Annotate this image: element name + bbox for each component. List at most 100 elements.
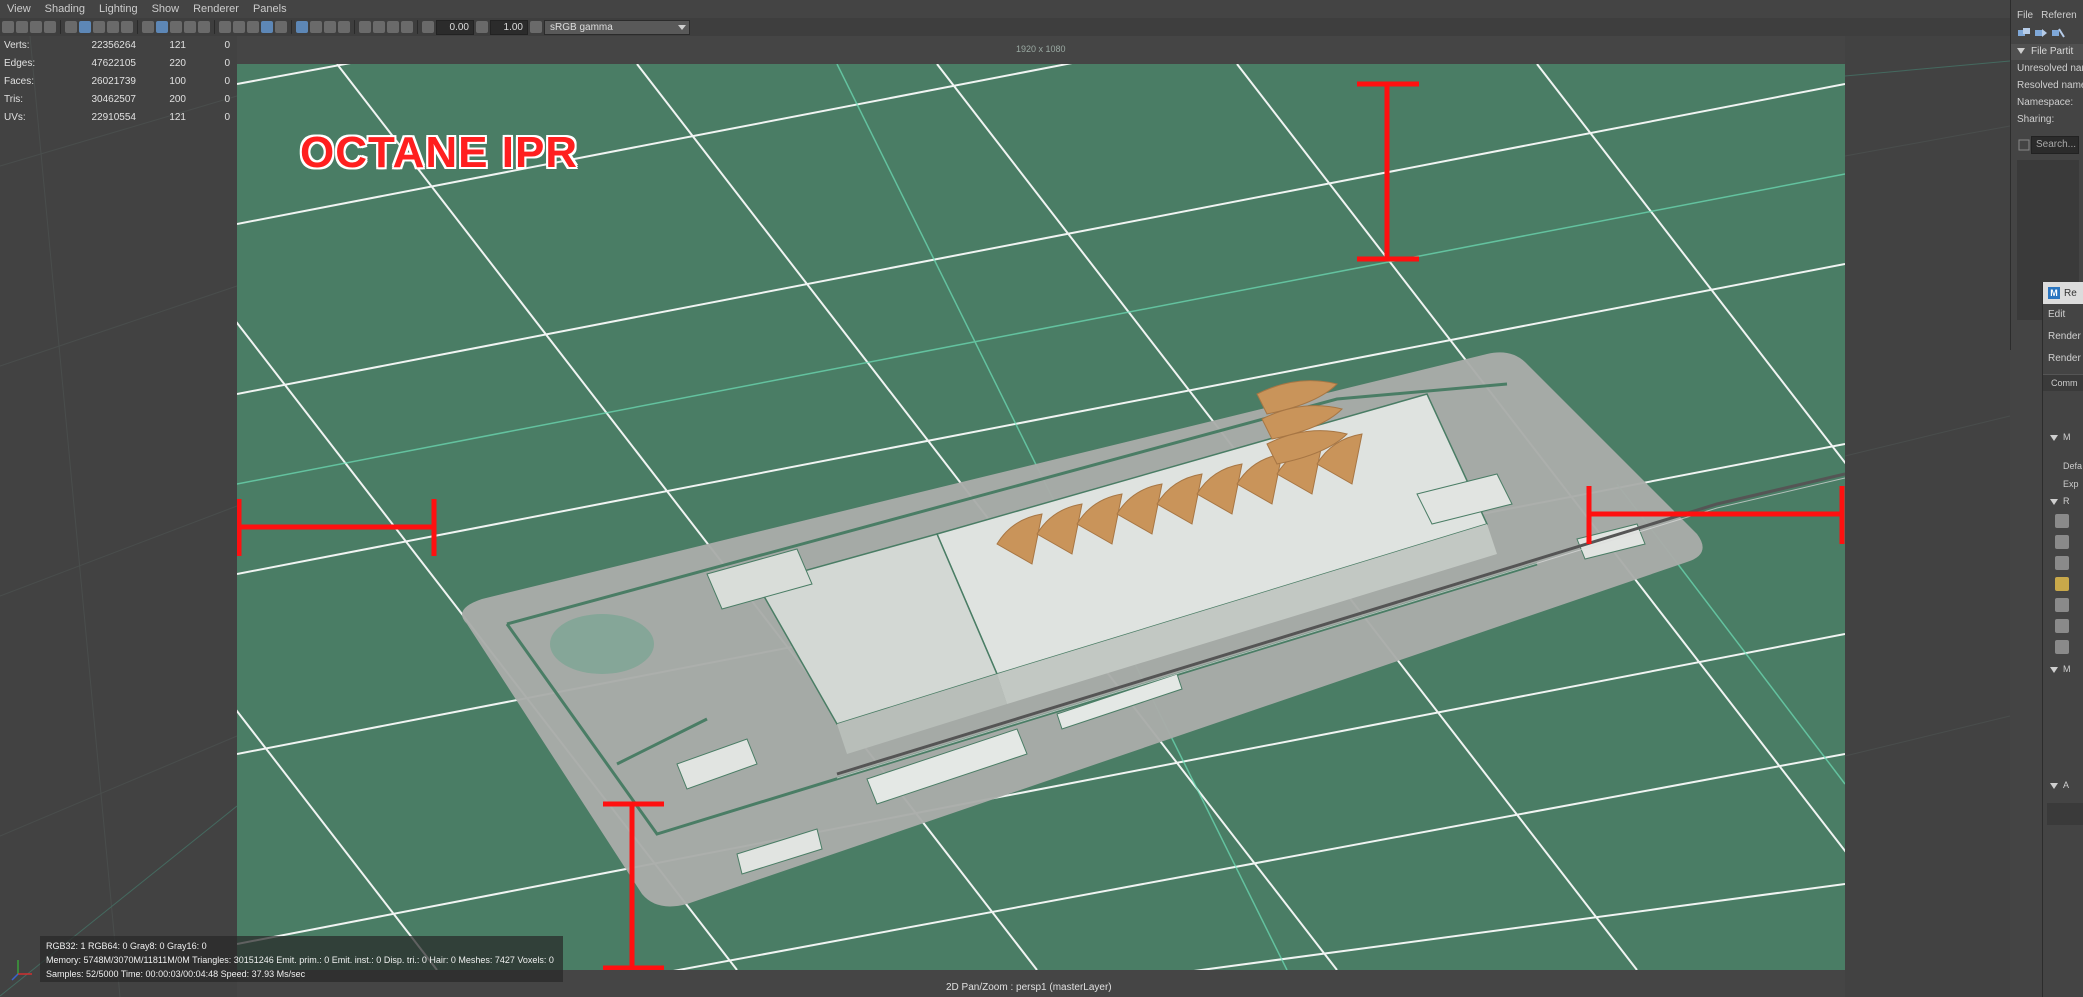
section-header[interactable]: A — [2043, 777, 2083, 793]
backface-culling-icon[interactable] — [338, 21, 350, 33]
safe-action-icon[interactable] — [142, 21, 154, 33]
motion-blur-icon[interactable] — [275, 21, 287, 33]
resolved-name-label: Resolved name: — [2017, 80, 2083, 91]
hud-label: UVs: — [4, 111, 26, 123]
collapse-arrow-icon — [2050, 434, 2058, 441]
viewport-layout-icon[interactable] — [387, 21, 399, 33]
hud-row: Edges: 47622105 220 0 — [4, 54, 230, 72]
section-header[interactable]: M — [2043, 429, 2083, 445]
render-stats-line: Memory: 5748M/3070M/11811M/0M Triangles:… — [46, 955, 554, 965]
octane-render-stats: RGB32: 1 RGB64: 0 Gray8: 0 Gray16: 0 Mem… — [40, 936, 563, 982]
hud-scene-value: 30462507 — [91, 93, 137, 105]
gate-mask-icon[interactable] — [107, 21, 119, 33]
resolution-gate-icon[interactable] — [93, 21, 105, 33]
shadows-icon[interactable] — [247, 21, 259, 33]
section-title: R — [2063, 496, 2070, 506]
menu-panels[interactable]: Panels — [246, 0, 294, 18]
perspective-viewport[interactable] — [0, 36, 2010, 997]
menu-renderer[interactable]: Renderer — [186, 0, 246, 18]
gamma-field[interactable]: 1.00 — [490, 19, 528, 35]
wireframe-icon[interactable] — [170, 21, 182, 33]
file-partitions-header[interactable]: File Partit — [2011, 44, 2083, 60]
image-plane-icon[interactable] — [44, 21, 56, 33]
unresolved-name-label: Unresolved nam — [2017, 63, 2083, 74]
tree-cluster — [550, 614, 654, 674]
smooth-shade-icon[interactable] — [184, 21, 196, 33]
toolbar-separator — [137, 20, 138, 34]
window-titlebar[interactable]: M Re — [2043, 282, 2083, 304]
default-label: Defa — [2063, 461, 2083, 471]
wireframe-on-shaded-icon[interactable] — [198, 21, 210, 33]
filter-icon[interactable] — [2017, 138, 2031, 152]
menu-file[interactable]: File — [2017, 8, 2033, 24]
menu-render-layer[interactable]: Render — [2043, 348, 2083, 370]
grid-icon[interactable] — [65, 21, 77, 33]
hud-selection-value: 0 — [224, 57, 230, 69]
menu-edit[interactable]: Edit — [2043, 304, 2083, 326]
menu-lighting[interactable]: Lighting — [92, 0, 145, 18]
hud-row: UVs: 22910554 121 0 — [4, 108, 230, 126]
renderable-camera-icon[interactable] — [2055, 514, 2069, 528]
menu-shading[interactable]: Shading — [38, 0, 92, 18]
exposure-field[interactable]: 0.00 — [436, 19, 474, 35]
render-button[interactable] — [2047, 803, 2083, 825]
hud-icon[interactable] — [401, 21, 413, 33]
poly-count-hud: Verts: 22356264 121 0 Edges: 47622105 22… — [4, 36, 230, 126]
octane-ipr-annotation: OCTANE IPR — [300, 128, 579, 177]
tab-common[interactable]: Comm — [2043, 374, 2083, 391]
ambient-occlusion-icon[interactable] — [261, 21, 273, 33]
menu-render-using[interactable]: Render — [2043, 326, 2083, 348]
light-icon[interactable] — [2055, 577, 2069, 591]
lights-icon[interactable] — [233, 21, 245, 33]
gate-mask — [0, 36, 237, 997]
collapse-arrow-icon — [2017, 48, 2025, 55]
menu-show[interactable]: Show — [145, 0, 187, 18]
xray-icon[interactable] — [310, 21, 322, 33]
window-title: Re — [2064, 287, 2077, 299]
scene-assembly-icon[interactable] — [2055, 640, 2069, 654]
unload-reference-icon[interactable] — [2051, 26, 2065, 38]
gamma-icon[interactable] — [476, 21, 488, 33]
image-format-icon[interactable] — [2055, 535, 2069, 549]
render-region — [237, 64, 1845, 970]
hud-selection-value: 0 — [224, 75, 230, 87]
exposure-icon[interactable] — [422, 21, 434, 33]
camera-select-icon[interactable] — [2, 21, 14, 33]
maya-logo-icon: M — [2048, 287, 2060, 299]
film-gate-icon[interactable] — [79, 21, 91, 33]
section-title: M — [2063, 432, 2071, 442]
bookmark-icon[interactable] — [30, 21, 42, 33]
image-size-icon[interactable] — [2055, 556, 2069, 570]
color-space-dropdown[interactable]: sRGB gamma — [544, 19, 690, 35]
isolate-select-icon[interactable] — [296, 21, 308, 33]
viewport-menubar: View Shading Lighting Show Renderer Pane… — [0, 0, 2010, 18]
hud-scene-value: 26021739 — [91, 75, 137, 87]
hud-object-value: 121 — [169, 39, 186, 51]
toolbar-separator — [417, 20, 418, 34]
section-header[interactable]: M — [2043, 661, 2083, 677]
field-chart-icon[interactable] — [121, 21, 133, 33]
menu-reference[interactable]: Referen — [2041, 8, 2077, 24]
section-title: File Partit — [2031, 46, 2074, 57]
reference-icon[interactable] — [2017, 26, 2031, 38]
textured-icon[interactable] — [219, 21, 231, 33]
color-management-icon[interactable] — [530, 21, 542, 33]
render-settings-window: M Re Edit Render Render Comm M Defa Exp … — [2042, 282, 2083, 997]
reload-reference-icon[interactable] — [2034, 26, 2048, 38]
section-header[interactable]: R — [2043, 493, 2083, 509]
hud-label: Verts: — [4, 39, 30, 51]
render-stats-line: Samples: 52/5000 Time: 00:00:03/00:04:48… — [46, 969, 306, 979]
section-title: A — [2063, 780, 2070, 790]
grease-pencil-icon[interactable] — [373, 21, 385, 33]
menu-view[interactable]: View — [0, 0, 38, 18]
xray-joints-icon[interactable] — [324, 21, 336, 33]
safe-title-icon[interactable] — [156, 21, 168, 33]
pan-zoom-icon[interactable] — [359, 21, 371, 33]
hud-scene-value: 22356264 — [91, 39, 137, 51]
render-passes-icon[interactable] — [2055, 619, 2069, 633]
search-input[interactable]: Search... — [2031, 136, 2079, 154]
ground-grid — [237, 64, 1845, 970]
axis-gizmo — [11, 960, 32, 981]
camera-attributes-icon[interactable] — [16, 21, 28, 33]
render-options-icon[interactable] — [2055, 598, 2069, 612]
